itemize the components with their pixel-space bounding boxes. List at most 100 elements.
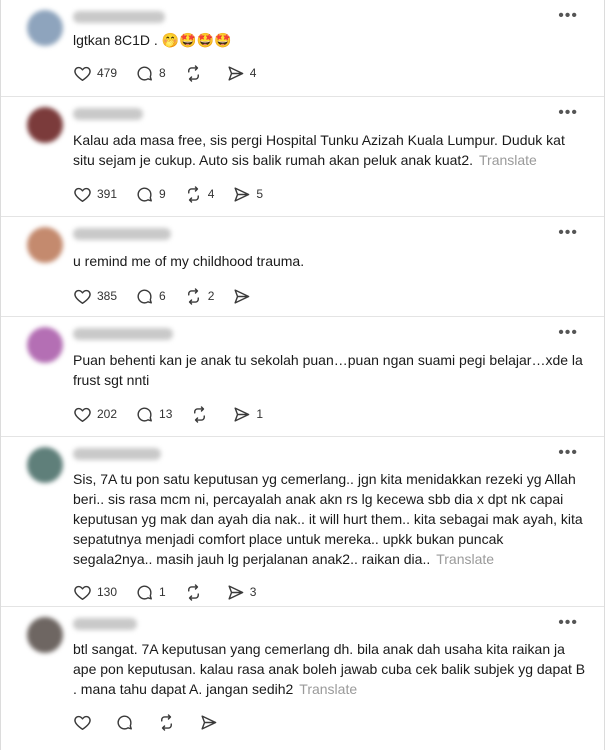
reply-post: ••• Kalau ada masa free, sis pergi Hospi…: [1, 97, 604, 217]
like-count: 130: [97, 585, 118, 599]
username-blurred[interactable]: [73, 328, 173, 340]
send-icon: [234, 406, 250, 422]
reply-post: ••• u remind me of my childhood trauma. …: [1, 217, 604, 317]
heart-icon: [74, 585, 91, 600]
repost-icon: [161, 713, 172, 731]
repost-button[interactable]: [157, 713, 181, 732]
like-count: 479: [97, 66, 118, 80]
comment-icon: [137, 288, 152, 304]
more-options-icon[interactable]: •••: [558, 445, 578, 461]
translate-link[interactable]: Translate: [299, 681, 357, 697]
more-options-icon[interactable]: •••: [558, 615, 578, 631]
share-count: 5: [256, 187, 264, 201]
repost-icon: [194, 405, 206, 423]
heart-icon: [74, 407, 91, 422]
repost-button[interactable]: [184, 583, 208, 602]
post-body: lgtkan 8C1D . 🤭🤩🤩🤩: [73, 32, 232, 48]
like-button[interactable]: 479: [73, 64, 117, 83]
share-button[interactable]: [232, 287, 256, 306]
like-button[interactable]: 130: [73, 583, 117, 602]
avatar[interactable]: [27, 617, 63, 653]
post-text: btl sangat. 7A keputusan yang cemerlang …: [73, 607, 586, 699]
reply-count: 1: [159, 585, 166, 599]
more-options-icon[interactable]: •••: [558, 325, 578, 341]
username-blurred[interactable]: [73, 448, 161, 460]
comment-icon: [137, 186, 152, 202]
avatar[interactable]: [27, 10, 63, 46]
more-options-icon[interactable]: •••: [558, 8, 578, 24]
share-count: 3: [249, 585, 257, 599]
reply-button[interactable]: 1: [135, 583, 166, 602]
reply-button[interactable]: 6: [135, 287, 166, 306]
repost-icon: [187, 64, 199, 82]
reply-count: 13: [159, 407, 173, 421]
heart-icon: [74, 715, 91, 730]
username-blurred[interactable]: [73, 11, 165, 23]
like-count: 202: [97, 407, 118, 421]
heart-icon: [74, 289, 91, 304]
heart-icon: [74, 187, 91, 202]
repost-icon: [187, 185, 199, 203]
comment-icon: [117, 714, 132, 730]
post-body: u remind me of my childhood trauma.: [73, 253, 305, 269]
reply-count: 6: [159, 289, 166, 303]
share-button[interactable]: 5: [232, 185, 263, 204]
send-icon: [234, 186, 250, 202]
like-button[interactable]: 385: [73, 287, 117, 306]
comment-icon: [137, 65, 152, 81]
reply-button[interactable]: 8: [135, 64, 166, 83]
share-button[interactable]: 1: [232, 405, 263, 424]
repost-button[interactable]: 4: [184, 185, 215, 204]
reply-post: ••• lgtkan 8C1D . 🤭🤩🤩🤩 479 8 4: [1, 0, 604, 97]
repost-icon: [187, 287, 199, 305]
username-blurred[interactable]: [73, 618, 137, 630]
reply-count: 9: [159, 187, 166, 201]
repost-button[interactable]: [184, 64, 208, 83]
post-actions: 385 6 2: [73, 285, 586, 307]
repost-button[interactable]: [190, 405, 214, 424]
repost-button[interactable]: 2: [184, 287, 215, 306]
like-button[interactable]: 391: [73, 185, 117, 204]
reply-post: ••• Sis, 7A tu pon satu keputusan yg cem…: [1, 437, 604, 607]
reply-count: 8: [159, 66, 166, 80]
username-blurred[interactable]: [73, 108, 143, 120]
reply-post: ••• Puan behenti kan je anak tu sekolah …: [1, 317, 604, 437]
share-count: 4: [249, 66, 257, 80]
avatar[interactable]: [27, 447, 63, 483]
repost-count: 2: [207, 289, 215, 303]
heart-icon: [74, 66, 91, 81]
more-options-icon[interactable]: •••: [558, 105, 578, 121]
post-actions: [73, 711, 586, 733]
post-actions: 391 9 4 5: [73, 183, 586, 205]
post-actions: 130 1 3: [73, 581, 586, 603]
share-button[interactable]: [199, 713, 223, 732]
reply-post: ••• btl sangat. 7A keputusan yang cemerl…: [1, 607, 604, 750]
like-button[interactable]: 202: [73, 405, 117, 424]
username-blurred[interactable]: [73, 228, 171, 240]
share-button[interactable]: 4: [226, 64, 257, 83]
comment-icon: [137, 406, 152, 422]
reply-button[interactable]: 13: [135, 405, 172, 424]
like-button[interactable]: [73, 713, 97, 732]
more-options-icon[interactable]: •••: [558, 225, 578, 241]
post-actions: 202 13 1: [73, 403, 586, 425]
share-button[interactable]: 3: [226, 583, 257, 602]
send-icon: [201, 714, 217, 730]
post-body: Puan behenti kan je anak tu sekolah puan…: [73, 352, 583, 388]
repost-count: 4: [207, 187, 215, 201]
like-count: 385: [97, 289, 118, 303]
translate-link[interactable]: Translate: [436, 551, 494, 567]
like-count: 391: [97, 187, 118, 201]
reply-button[interactable]: [115, 713, 139, 732]
reply-button[interactable]: 9: [135, 185, 166, 204]
send-icon: [228, 65, 244, 81]
translate-link[interactable]: Translate: [479, 152, 537, 168]
post-text: u remind me of my childhood trauma.: [73, 217, 586, 271]
avatar[interactable]: [27, 107, 63, 143]
post-text: Kalau ada masa free, sis pergi Hospital …: [73, 97, 586, 170]
avatar[interactable]: [27, 227, 63, 263]
repost-icon: [187, 583, 199, 601]
share-count: 1: [256, 407, 264, 421]
avatar[interactable]: [27, 327, 63, 363]
post-text: lgtkan 8C1D . 🤭🤩🤩🤩: [73, 0, 586, 50]
